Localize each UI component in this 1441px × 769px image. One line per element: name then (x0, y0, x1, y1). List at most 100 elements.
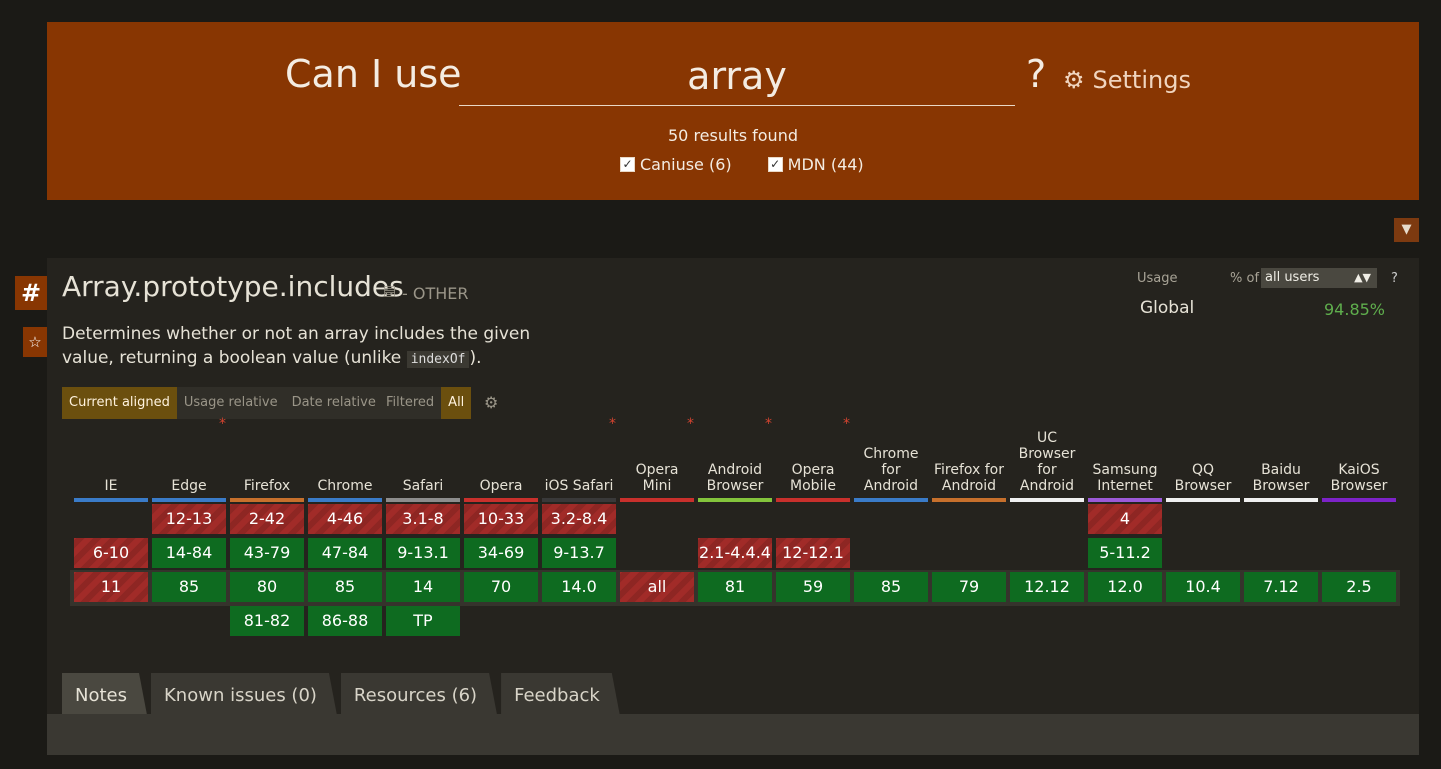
settings-button[interactable]: ⚙ Settings (1063, 66, 1191, 94)
browser-header-8[interactable]: Android Browser * (698, 416, 772, 502)
support-cell[interactable]: 70 (464, 572, 538, 602)
browser-header-10[interactable]: Chrome for Android (854, 420, 928, 502)
search-input[interactable]: array (459, 50, 1015, 106)
support-cell[interactable]: 10.4 (1166, 572, 1240, 602)
tab-date-relative[interactable]: Date relative (284, 387, 383, 419)
feature-description: Determines whether or not an array inclu… (62, 322, 562, 372)
support-cell[interactable]: 6-10 (74, 538, 148, 568)
tab-known-issues[interactable]: Known issues (0) (151, 673, 337, 715)
browser-name: Firefox (243, 478, 291, 494)
support-cell[interactable]: 86-88 (308, 606, 382, 636)
support-cell[interactable]: 43-79 (230, 538, 304, 568)
browser-name: Opera Mini (635, 462, 679, 494)
description-code: indexOf (406, 351, 470, 368)
browser-header-2[interactable]: Firefox (230, 420, 304, 502)
tab-all[interactable]: All (441, 387, 472, 419)
filter-mdn[interactable]: ✓ MDN (44) (767, 155, 864, 174)
note-asterisk-icon: * (609, 416, 616, 432)
support-cell[interactable]: 34-69 (464, 538, 538, 568)
browser-color-bar (1088, 498, 1162, 502)
browser-name: QQ Browser (1174, 462, 1232, 494)
note-asterisk-icon: * (687, 416, 694, 432)
filter-caniuse-label: Caniuse (6) (640, 155, 732, 174)
support-cell[interactable]: 2.1-4.4.4 (698, 538, 772, 568)
browser-header-6[interactable]: iOS Safari * (542, 416, 616, 502)
tab-current-aligned[interactable]: Current aligned (62, 387, 177, 419)
browser-header-12[interactable]: UC Browser for Android (1010, 420, 1084, 502)
browser-header-5[interactable]: Opera (464, 420, 538, 502)
support-cell[interactable]: 9-13.1 (386, 538, 460, 568)
tab-feedback[interactable]: Feedback (501, 673, 620, 715)
browser-header-0[interactable]: IE (74, 420, 148, 502)
browser-color-bar (854, 498, 928, 502)
support-cell[interactable]: 85 (854, 572, 928, 602)
tab-resources[interactable]: Resources (6) (341, 673, 497, 715)
feature-title: Array.prototype.includes (62, 270, 404, 303)
support-cell[interactable]: 14.0 (542, 572, 616, 602)
browser-header-11[interactable]: Firefox for Android (932, 420, 1006, 502)
support-cell[interactable]: 3.1-8 (386, 504, 460, 534)
support-cell[interactable]: 11 (74, 572, 148, 602)
browser-header-4[interactable]: Safari (386, 420, 460, 502)
caniuse-checkbox[interactable]: ✓ (620, 157, 635, 172)
view-mode-tabs: Current aligned Usage relative Date rela… (62, 387, 383, 419)
support-cell[interactable]: 7.12 (1244, 572, 1318, 602)
support-cell[interactable]: 9-13.7 (542, 538, 616, 568)
browser-header-14[interactable]: QQ Browser (1166, 420, 1240, 502)
star-icon[interactable]: ☆ (23, 327, 47, 357)
support-cell[interactable]: 79 (932, 572, 1006, 602)
site-title: Can I use (285, 52, 462, 96)
support-cell[interactable]: 14-84 (152, 538, 226, 568)
anchor-link[interactable]: # (15, 276, 47, 310)
tab-usage-relative[interactable]: Usage relative (176, 387, 285, 419)
support-cell[interactable]: 12-13 (152, 504, 226, 534)
note-asterisk-icon: * (219, 416, 226, 432)
usage-help[interactable]: ? (1391, 271, 1398, 286)
filter-caniuse[interactable]: ✓ Caniuse (6) (620, 155, 732, 174)
browser-name: Edge (171, 478, 207, 494)
browser-name: UC Browser for Android (1018, 430, 1076, 494)
support-cell[interactable]: 12.0 (1088, 572, 1162, 602)
support-cell[interactable]: 4 (1088, 504, 1162, 534)
browser-header-9[interactable]: Opera Mobile * (776, 416, 850, 502)
settings-label: Settings (1092, 66, 1191, 94)
support-cell[interactable]: 4-46 (308, 504, 382, 534)
help-link[interactable]: ? (1026, 52, 1046, 96)
support-cell[interactable]: 81-82 (230, 606, 304, 636)
browser-header-16[interactable]: KaiOS Browser (1322, 420, 1396, 502)
support-cell[interactable]: 10-33 (464, 504, 538, 534)
support-cell[interactable]: all (620, 572, 694, 602)
tab-notes[interactable]: Notes (62, 673, 147, 715)
support-cell[interactable]: 14 (386, 572, 460, 602)
browser-color-bar (386, 498, 460, 502)
browser-header-15[interactable]: Baidu Browser (1244, 420, 1318, 502)
support-cell[interactable]: 85 (152, 572, 226, 602)
mdn-checkbox[interactable]: ✓ (767, 157, 783, 172)
browser-name: Android Browser (706, 462, 764, 494)
browser-color-bar (1166, 498, 1240, 502)
support-cell[interactable]: 85 (308, 572, 382, 602)
support-cell[interactable]: 81 (698, 572, 772, 602)
browser-header-1[interactable]: Edge * (152, 416, 226, 502)
tab-filtered[interactable]: Filtered (379, 387, 442, 419)
browser-header-7[interactable]: Opera Mini * (620, 416, 694, 502)
gear-icon: ⚙ (1063, 66, 1085, 94)
results-count: 50 results found (668, 126, 798, 145)
users-select[interactable]: all users ▲▼ (1261, 268, 1377, 288)
support-cell[interactable]: 59 (776, 572, 850, 602)
support-cell[interactable]: 2-42 (230, 504, 304, 534)
note-asterisk-icon: * (843, 416, 850, 432)
filter-icon[interactable]: ▼ (1394, 218, 1419, 242)
support-cell[interactable]: TP (386, 606, 460, 636)
support-cell[interactable]: 3.2-8.4 (542, 504, 616, 534)
browser-header-13[interactable]: Samsung Internet (1088, 420, 1162, 502)
support-cell[interactable]: 5-11.2 (1088, 538, 1162, 568)
support-cell[interactable]: 2.5 (1322, 572, 1396, 602)
browser-header-3[interactable]: Chrome (308, 420, 382, 502)
support-cell[interactable]: 12-12.1 (776, 538, 850, 568)
support-cell[interactable]: 80 (230, 572, 304, 602)
table-settings-gear-icon[interactable]: ⚙ (484, 393, 498, 412)
support-cell[interactable]: 12.12 (1010, 572, 1084, 602)
support-cell[interactable]: 47-84 (308, 538, 382, 568)
description-text-end: ). (469, 348, 482, 368)
